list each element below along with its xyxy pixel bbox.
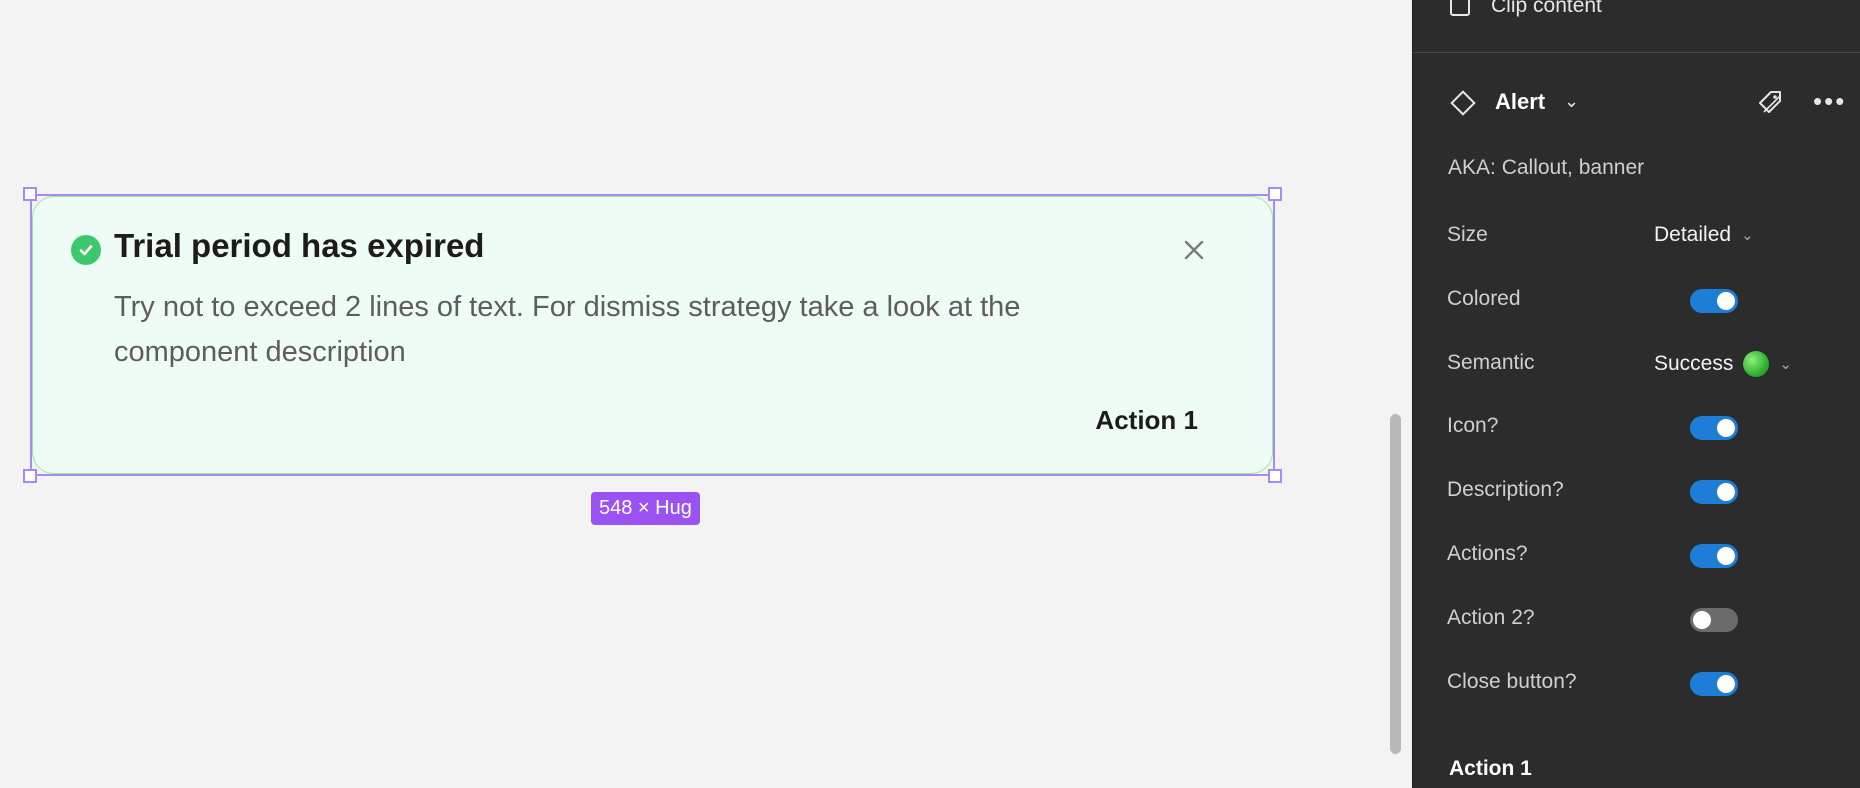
property-icon: Icon? xyxy=(1447,412,1847,442)
size-badge: 548 × Hug xyxy=(591,492,700,525)
semantic-value: Success xyxy=(1654,352,1734,375)
design-canvas[interactable]: Trial period has expired Try not to exce… xyxy=(0,0,1412,788)
clip-content-row[interactable]: Clip content xyxy=(1450,0,1602,18)
property-description: Description? xyxy=(1447,476,1847,506)
canvas-scrollbar[interactable] xyxy=(1390,414,1401,754)
property-label: Action 2? xyxy=(1447,606,1535,629)
resize-handle-bottom-left[interactable] xyxy=(23,469,37,483)
property-action2: Action 2? xyxy=(1447,604,1847,634)
action2-toggle[interactable] xyxy=(1690,608,1738,632)
toggle-knob xyxy=(1717,675,1735,693)
clip-content-checkbox[interactable] xyxy=(1450,0,1470,16)
alert-title: Trial period has expired xyxy=(114,227,485,264)
chevron-down-icon: ⌄ xyxy=(1779,356,1792,373)
property-label: Actions? xyxy=(1447,542,1528,565)
clip-content-label: Clip content xyxy=(1491,0,1602,17)
more-options-icon[interactable]: ••• xyxy=(1813,86,1846,116)
property-label: Close button? xyxy=(1447,670,1577,693)
size-dropdown[interactable]: Detailed ⌄ xyxy=(1654,223,1754,247)
component-aka: AKA: Callout, banner xyxy=(1448,156,1645,179)
close-button-toggle[interactable] xyxy=(1690,672,1738,696)
actions-toggle[interactable] xyxy=(1690,544,1738,568)
alert-description: Try not to exceed 2 lines of text. For d… xyxy=(114,291,1021,368)
property-label: Icon? xyxy=(1447,414,1499,437)
resize-handle-top-right[interactable] xyxy=(1268,187,1282,201)
resize-handle-bottom-right[interactable] xyxy=(1268,469,1282,483)
alert-action-button[interactable]: Action 1 xyxy=(1095,405,1198,436)
toggle-knob xyxy=(1717,483,1735,501)
toggle-knob xyxy=(1717,419,1735,437)
toggle-knob xyxy=(1693,611,1711,629)
size-value: Detailed xyxy=(1654,223,1732,246)
toggle-knob xyxy=(1717,547,1735,565)
component-name[interactable]: Alert xyxy=(1495,89,1545,115)
panel-divider xyxy=(1413,52,1860,53)
section-title-action1: Action 1 xyxy=(1449,757,1532,780)
property-label: Semantic xyxy=(1447,351,1535,374)
property-close-button: Close button? xyxy=(1447,668,1847,698)
semantic-dropdown[interactable]: Success ⌄ xyxy=(1654,351,1792,377)
colored-toggle[interactable] xyxy=(1690,289,1738,313)
green-circle-icon xyxy=(1743,351,1770,377)
alert-component[interactable]: Trial period has expired Try not to exce… xyxy=(32,196,1273,474)
property-colored: Colored xyxy=(1447,285,1847,315)
component-header: Alert ⌄ ••• xyxy=(1448,86,1860,120)
chevron-down-icon[interactable]: ⌄ xyxy=(1564,91,1579,112)
property-label: Description? xyxy=(1447,478,1564,501)
close-icon[interactable] xyxy=(1179,235,1209,265)
check-circle-icon xyxy=(71,235,101,265)
property-size: Size Detailed ⌄ xyxy=(1447,221,1847,251)
resize-handle-top-left[interactable] xyxy=(23,187,37,201)
property-label: Colored xyxy=(1447,287,1521,310)
property-semantic: Semantic Success ⌄ xyxy=(1447,349,1847,379)
toggle-knob xyxy=(1717,292,1735,310)
component-instance-icon xyxy=(1450,90,1476,116)
properties-panel: Clip content Alert ⌄ ••• AKA: Callout, b… xyxy=(1412,0,1860,788)
icon-toggle[interactable] xyxy=(1690,416,1738,440)
property-actions: Actions? xyxy=(1447,540,1847,570)
property-label: Size xyxy=(1447,223,1488,246)
reset-tag-icon[interactable] xyxy=(1754,86,1786,118)
chevron-down-icon: ⌄ xyxy=(1741,227,1754,244)
description-toggle[interactable] xyxy=(1690,480,1738,504)
